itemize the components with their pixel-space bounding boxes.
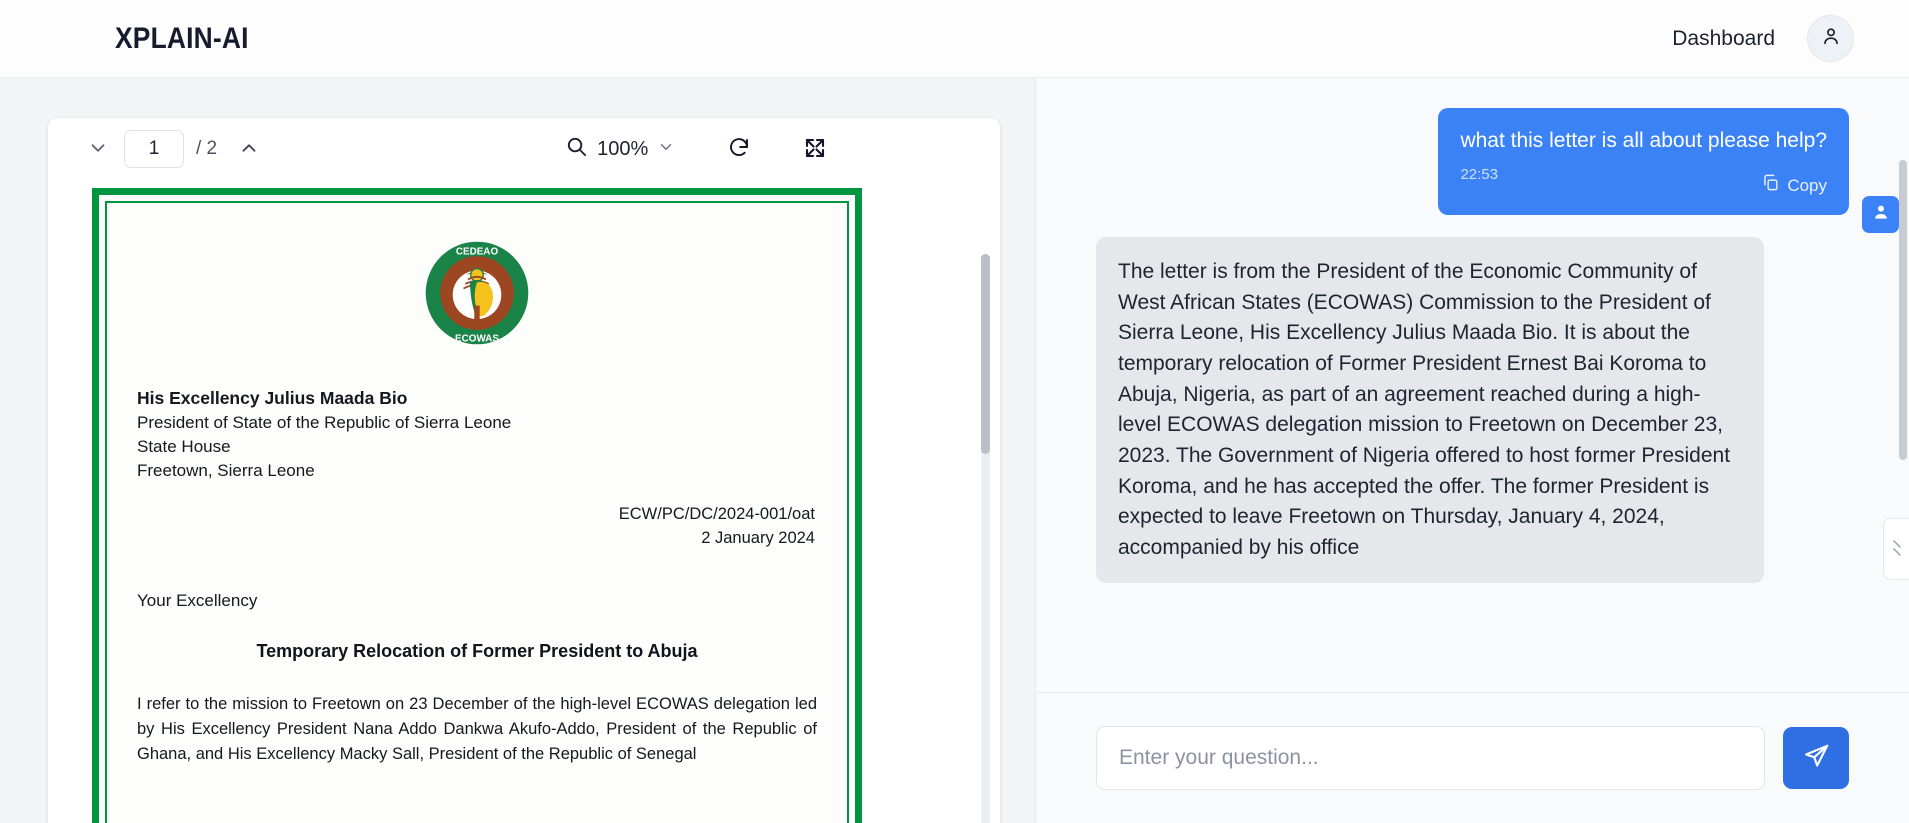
recipient-address-line2: Freetown, Sierra Leone: [137, 461, 315, 481]
recipient-title: President of State of the Republic of Si…: [137, 412, 512, 432]
nav-dashboard-link[interactable]: Dashboard: [1672, 27, 1775, 51]
next-page-button[interactable]: [229, 129, 269, 169]
header-actions: Dashboard: [1672, 15, 1854, 62]
send-paper-plane-icon: [1803, 743, 1830, 773]
app-header: XPLAIN-AI Dashboard: [0, 0, 1909, 78]
zoom-control[interactable]: 100%: [565, 135, 675, 163]
document-scroll-area[interactable]: CEDEAO ECOWAS His Excellency Julius Maad…: [48, 180, 1000, 823]
chat-message-assistant: The letter is from the President of the …: [1096, 236, 1849, 584]
user-avatar-badge: [1862, 196, 1899, 233]
main-content: / 2 100%: [0, 78, 1909, 823]
send-button[interactable]: [1783, 727, 1849, 789]
pdf-toolbar: / 2 100%: [48, 118, 1000, 180]
document-reference: ECW/PC/DC/2024-001/oat: [618, 505, 815, 524]
recipient-name: His Excellency Julius Maada Bio: [137, 388, 408, 408]
page-scrollbar-thumb[interactable]: [1899, 160, 1907, 460]
document-paragraph: I refer to the mission to Freetown on 23…: [137, 695, 817, 763]
pdf-viewer-pane: / 2 100%: [0, 78, 1035, 823]
chevron-up-icon: [238, 137, 260, 162]
zoom-level-label: 100%: [597, 137, 649, 160]
user-message-bubble: what this letter is all about please hel…: [1438, 108, 1849, 215]
chat-composer: [1036, 693, 1909, 823]
letterhead: CEDEAO ECOWAS: [137, 239, 817, 352]
svg-text:CEDEAO: CEDEAO: [456, 246, 499, 257]
chevron-down-icon: [87, 137, 109, 162]
document-inner-border: CEDEAO ECOWAS His Excellency Julius Maad…: [105, 201, 849, 823]
copy-button[interactable]: Copy: [1460, 171, 1827, 201]
refresh-button[interactable]: [719, 129, 759, 169]
svg-text:ECOWAS: ECOWAS: [455, 334, 499, 345]
user-icon: [1820, 25, 1842, 52]
pdf-toolbar-right: [719, 129, 835, 169]
recipient-address-block: His Excellency Julius Maada Bio Presiden…: [137, 386, 817, 483]
document-date: 2 January 2024: [701, 529, 815, 548]
chat-message-user: what this letter is all about please hel…: [1096, 108, 1849, 215]
recipient-address-line1: State House: [137, 436, 231, 456]
fullscreen-icon: [803, 136, 827, 163]
document-scrollbar-thumb[interactable]: [981, 254, 990, 454]
magnifier-icon: [565, 135, 588, 163]
chat-pane: what this letter is all about please hel…: [1035, 78, 1909, 823]
document-subject: Temporary Relocation of Former President…: [256, 641, 698, 662]
ecowas-logo-icon: CEDEAO ECOWAS: [423, 239, 531, 352]
user-icon: [1871, 202, 1891, 227]
copy-label: Copy: [1787, 175, 1827, 195]
app-logo-text: XPLAIN-AI: [115, 21, 249, 55]
reference-date-block: ECW/PC/DC/2024-001/oat 2 January 2024: [137, 503, 817, 551]
document-scrollbar[interactable]: [981, 254, 990, 823]
assistant-message-bubble: The letter is from the President of the …: [1096, 236, 1764, 584]
chat-input[interactable]: [1096, 726, 1765, 790]
pdf-card: / 2 100%: [48, 118, 1000, 823]
copy-icon: [1761, 171, 1780, 201]
salutation: Your Excellency: [137, 591, 258, 611]
document-page: CEDEAO ECOWAS His Excellency Julius Maad…: [92, 188, 862, 823]
user-message-text: what this letter is all about please hel…: [1460, 129, 1827, 152]
page-scrollbar[interactable]: [1899, 160, 1907, 800]
refresh-icon: [727, 136, 751, 163]
previous-page-button[interactable]: [78, 129, 118, 169]
page-number-input[interactable]: [124, 130, 184, 168]
chat-messages[interactable]: what this letter is all about please hel…: [1036, 78, 1909, 692]
avatar[interactable]: [1807, 15, 1854, 62]
chevron-down-icon: [657, 138, 675, 161]
fullscreen-button[interactable]: [795, 129, 835, 169]
page-total-label: / 2: [196, 138, 218, 159]
